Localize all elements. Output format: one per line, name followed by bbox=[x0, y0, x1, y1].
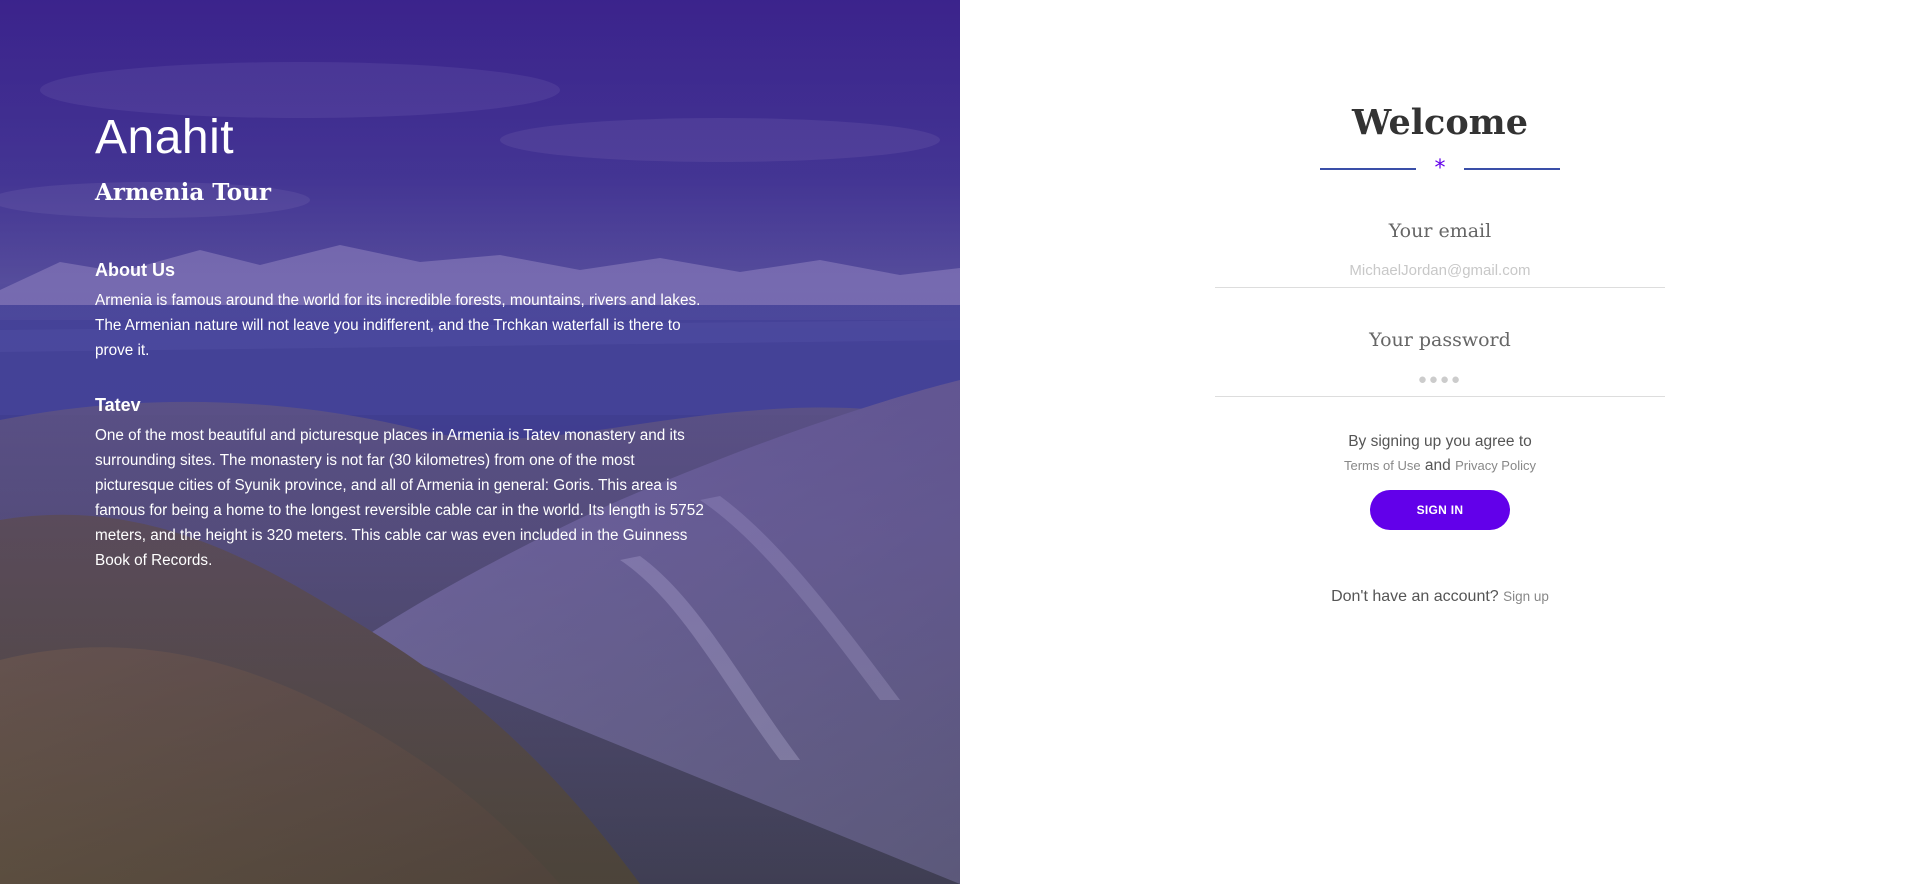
password-field[interactable] bbox=[1215, 369, 1665, 397]
terms-prefix: By signing up you agree to bbox=[1348, 433, 1532, 450]
about-us-text: Armenia is famous around the world for i… bbox=[95, 292, 701, 359]
sign-in-button[interactable]: SIGN IN bbox=[1370, 490, 1510, 530]
password-label: Your password bbox=[1369, 329, 1511, 351]
sign-up-link[interactable]: Sign up bbox=[1503, 589, 1549, 604]
divider-line-left bbox=[1320, 168, 1416, 170]
signup-prompt-text: Don't have an account? bbox=[1331, 588, 1499, 605]
asterisk-icon: * bbox=[1434, 156, 1446, 181]
terms-links-line: Terms of Use and Privacy Policy bbox=[1215, 453, 1665, 479]
divider-line-right bbox=[1464, 168, 1560, 170]
about-us-heading: About Us bbox=[95, 260, 175, 280]
login-form: Welcome * Your email Your password By si… bbox=[1215, 98, 1665, 606]
terms-of-use-link[interactable]: Terms of Use bbox=[1344, 458, 1421, 473]
terms-and-text: and bbox=[1424, 457, 1451, 474]
title-divider: * bbox=[1215, 156, 1665, 181]
tatev-heading: Tatev bbox=[95, 395, 141, 415]
signup-prompt-line: Don't have an account? Sign up bbox=[1215, 588, 1665, 606]
welcome-title: Welcome bbox=[1352, 102, 1528, 143]
terms-notice: By signing up you agree to Terms of Use … bbox=[1215, 431, 1665, 479]
hero-content: Anahit Armenia Tour About Us Armenia is … bbox=[95, 108, 705, 573]
page: Anahit Armenia Tour About Us Armenia is … bbox=[0, 0, 1919, 884]
email-label: Your email bbox=[1388, 220, 1492, 242]
hero-panel: Anahit Armenia Tour About Us Armenia is … bbox=[0, 0, 960, 884]
tatev-text: One of the most beautiful and picturesqu… bbox=[95, 427, 704, 569]
brand-tagline: Armenia Tour bbox=[95, 179, 271, 206]
login-panel: Welcome * Your email Your password By si… bbox=[960, 0, 1919, 884]
privacy-policy-link[interactable]: Privacy Policy bbox=[1455, 458, 1536, 473]
email-field[interactable] bbox=[1215, 260, 1665, 288]
brand-title: Anahit bbox=[95, 111, 235, 164]
